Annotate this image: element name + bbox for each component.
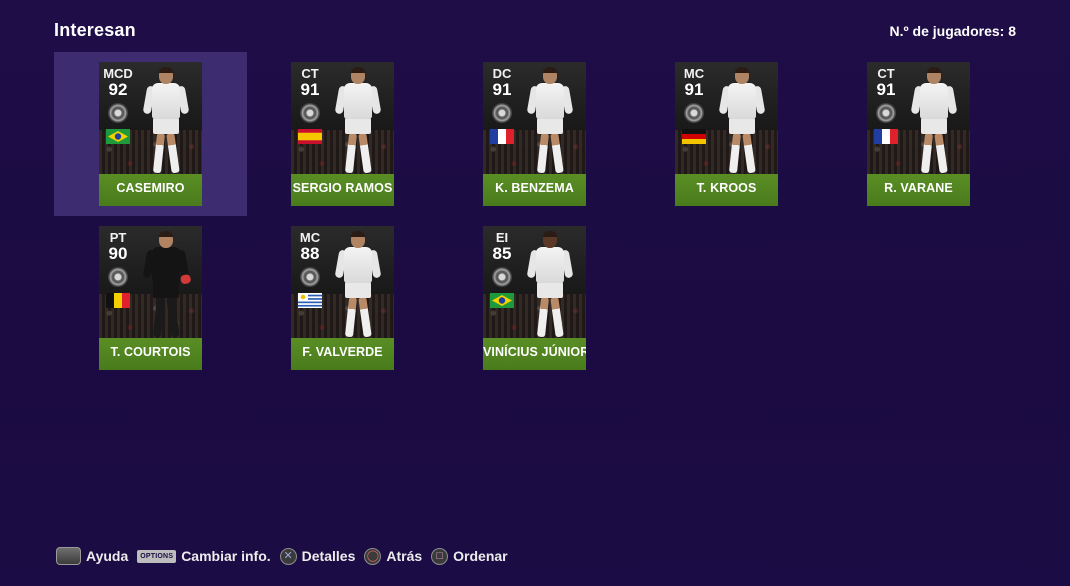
card-type-badge-icon: [300, 103, 320, 123]
help-hint[interactable]: Ayuda: [56, 547, 128, 565]
player-card[interactable]: CT 91 SERGIO RAMOS: [291, 62, 394, 206]
belgium-flag-icon: [106, 293, 130, 308]
circle-button-icon: ◯: [364, 547, 382, 565]
player-rating: 91: [684, 80, 704, 99]
sort-label: Ordenar: [453, 548, 508, 564]
card-type-badge-icon: [492, 103, 512, 123]
card-type-badge-icon: [876, 103, 896, 123]
options-button-icon: OPTIONS: [137, 549, 177, 563]
change-info-hint[interactable]: OPTIONS Cambiar info.: [137, 548, 271, 564]
card-type-badge-icon: [300, 267, 320, 287]
player-position: MC: [299, 230, 321, 245]
player-position: CT: [301, 66, 319, 81]
button-hints-bar: Ayuda OPTIONS Cambiar info. ✕ Detalles ◯…: [56, 546, 517, 566]
player-tile-selected[interactable]: MCD 92 CASEMIRO: [54, 52, 247, 216]
player-count: N.º de jugadores: 8: [889, 23, 1016, 39]
player-position: EI: [495, 230, 509, 245]
player-name: R. VARANE: [884, 181, 953, 195]
card-type-badge-icon: [492, 267, 512, 287]
back-hint[interactable]: ◯ Atrás: [364, 547, 423, 565]
player-position: PT: [109, 230, 127, 245]
player-position: MC: [683, 66, 705, 81]
player-card[interactable]: MC 91 T. KROOS: [675, 62, 778, 206]
player-name: VINÍCIUS JÚNIOR: [483, 345, 586, 359]
player-card[interactable]: DC 91 K. BENZEMA: [483, 62, 586, 206]
change-info-label: Cambiar info.: [181, 548, 271, 564]
player-name: F. VALVERDE: [302, 345, 383, 359]
sort-hint[interactable]: □ Ordenar: [431, 547, 508, 565]
spain-flag-icon: [298, 129, 322, 144]
player-image: [526, 67, 574, 176]
back-label: Atrás: [386, 548, 423, 564]
card-type-badge-icon: [684, 103, 704, 123]
help-label: Ayuda: [86, 548, 129, 564]
france-flag-icon: [490, 129, 514, 144]
player-card[interactable]: CT 91 R. VARANE: [867, 62, 970, 206]
player-tile[interactable]: DC 91 K. BENZEMA: [438, 52, 631, 216]
player-image: [718, 67, 766, 176]
player-rating: 88: [300, 244, 320, 263]
square-button-icon: □: [431, 547, 449, 565]
player-card[interactable]: MC 88 F. VALVERDE: [291, 226, 394, 370]
player-image: [334, 67, 382, 176]
player-tile[interactable]: EI 85 VINÍCIUS JÚNIOR: [438, 216, 631, 380]
player-tile[interactable]: MC 88 F. VALVERDE: [246, 216, 439, 380]
player-name: T. KROOS: [696, 181, 757, 195]
player-rating: 91: [300, 80, 320, 99]
player-rating: 92: [108, 80, 128, 99]
player-rating: 91: [876, 80, 896, 99]
details-label: Detalles: [301, 548, 356, 564]
player-position: CT: [877, 66, 895, 81]
player-card[interactable]: PT 90 T. COURTOIS: [99, 226, 202, 370]
player-tile[interactable]: CT 91 R. VARANE: [822, 52, 1015, 216]
player-name: K. BENZEMA: [495, 181, 574, 195]
uruguay-flag-icon: [298, 293, 322, 308]
player-rating: 91: [492, 80, 512, 99]
player-position: DC: [492, 66, 512, 81]
player-tile[interactable]: CT 91 SERGIO RAMOS: [246, 52, 439, 216]
touchpad-icon: [56, 547, 81, 565]
player-rating: 85: [492, 244, 512, 263]
brazil-flag-icon: [490, 293, 514, 308]
card-type-badge-icon: [108, 267, 128, 287]
player-image: [142, 67, 190, 176]
player-name: SERGIO RAMOS: [292, 181, 393, 195]
cross-button-icon: ✕: [279, 547, 297, 565]
player-image: [142, 231, 190, 340]
player-tile[interactable]: PT 90 T. COURTOIS: [54, 216, 247, 380]
player-card[interactable]: MCD 92 CASEMIRO: [99, 62, 202, 206]
card-type-badge-icon: [108, 103, 128, 123]
brazil-flag-icon: [106, 129, 130, 144]
france-flag-icon: [874, 129, 898, 144]
player-name: T. COURTOIS: [110, 345, 191, 359]
player-image: [334, 231, 382, 340]
player-list-screen: Interesan N.º de jugadores: 8 MCD 92 CAS…: [0, 0, 1070, 586]
details-hint[interactable]: ✕ Detalles: [279, 547, 356, 565]
player-position: MCD: [103, 66, 133, 81]
player-image: [526, 231, 574, 340]
player-tile[interactable]: MC 91 T. KROOS: [630, 52, 823, 216]
player-card[interactable]: EI 85 VINÍCIUS JÚNIOR: [483, 226, 586, 370]
player-rating: 90: [108, 244, 128, 263]
page-title: Interesan: [54, 20, 136, 40]
player-name: CASEMIRO: [116, 181, 185, 195]
player-image: [910, 67, 958, 176]
germany-flag-icon: [682, 129, 706, 144]
